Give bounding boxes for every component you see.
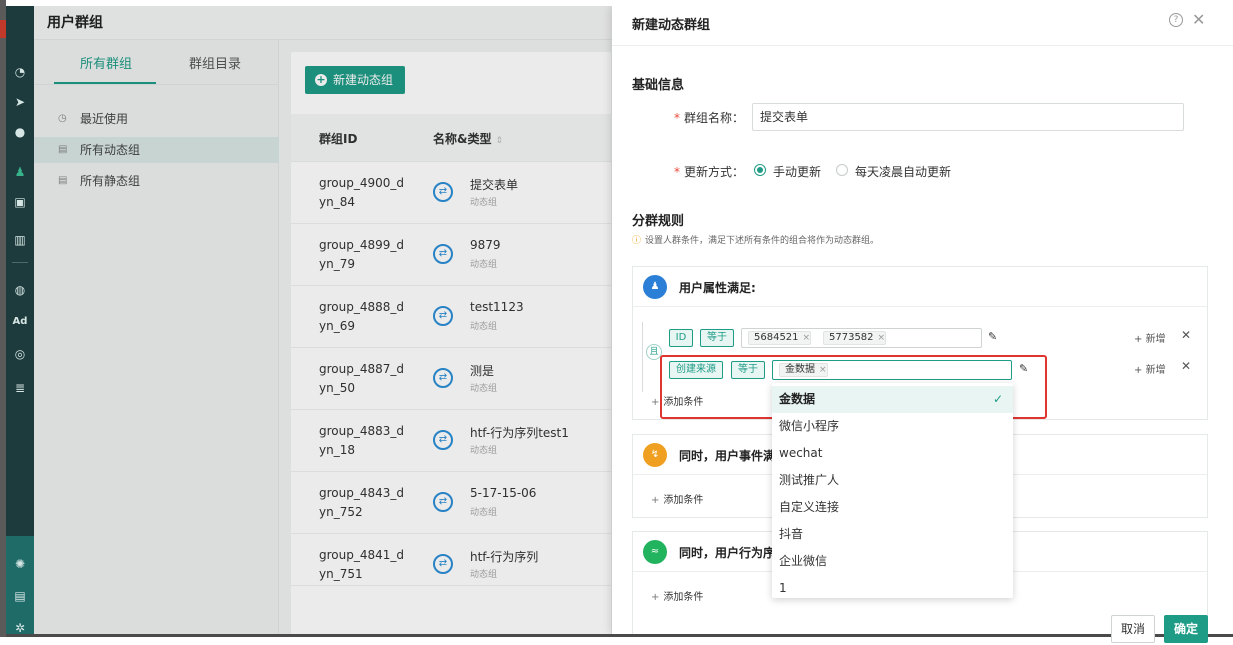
label-text: 群组名称： bbox=[684, 111, 745, 125]
check-icon: ✓ bbox=[993, 392, 1004, 406]
window-left-edge bbox=[0, 0, 6, 637]
group-name-input[interactable]: 提交表单 bbox=[752, 103, 1184, 131]
send-icon[interactable]: ➤ bbox=[10, 92, 30, 112]
delete-row-icon[interactable]: ✕ bbox=[1181, 359, 1191, 373]
dropdown-option[interactable]: 微信小程序 bbox=[772, 413, 1013, 440]
rail-bottom: ✺ ▤ ✲ bbox=[6, 536, 34, 634]
radio-auto-label[interactable]: 每天凌晨自动更新 bbox=[855, 163, 951, 180]
condition-operator-tag[interactable]: 等于 bbox=[700, 329, 734, 347]
label-text: 更新方式： bbox=[684, 165, 745, 179]
radio-manual-label[interactable]: 手动更新 bbox=[773, 163, 821, 180]
dropdown-option[interactable]: 抖音 bbox=[772, 521, 1013, 548]
database-icon[interactable]: ▤ bbox=[10, 586, 30, 606]
dropdown-option[interactable]: 自定义连接 bbox=[772, 494, 1013, 521]
hint-text: 设置人群条件，满足下述所有条件的组合将作为动态群组。 bbox=[645, 236, 880, 246]
ad-icon[interactable]: Ad bbox=[10, 312, 30, 332]
gear-icon[interactable]: ✲ bbox=[10, 618, 30, 634]
sequence-badge-icon: ≈ bbox=[643, 540, 667, 564]
cancel-button[interactable]: 取消 bbox=[1111, 615, 1155, 643]
wechat-icon[interactable]: ◍ bbox=[10, 280, 30, 300]
dropdown-option[interactable]: 金数据 ✓ bbox=[772, 386, 1013, 413]
plus-icon: + bbox=[651, 495, 660, 506]
card-title: 同时，用户事件满 bbox=[679, 449, 776, 463]
option-label: 金数据 bbox=[779, 392, 816, 406]
update-label: * 更新方式： bbox=[674, 163, 744, 180]
app-window: ◔ ➤ ● ♟ ▣ ▥ ◍ Ad ◎ ≣ ✺ ▤ ✲ 用户群组 所有群组 群组目… bbox=[6, 6, 1233, 634]
settings-user-icon[interactable]: ✺ bbox=[10, 554, 30, 574]
section-basic-info: 基础信息 bbox=[632, 78, 685, 93]
dashboard-icon[interactable]: ◔ bbox=[10, 62, 30, 82]
bar-chart-icon[interactable]: ▥ bbox=[10, 230, 30, 250]
source-dropdown-menu: 金数据 ✓ 微信小程序 wechat 测试推广人 自定义连接 抖音 企业微信 1 bbox=[772, 383, 1013, 598]
add-condition-button[interactable]: + 添加条件 bbox=[651, 491, 703, 506]
confirm-button[interactable]: 确定 bbox=[1164, 615, 1208, 643]
event-badge-icon: ↯ bbox=[643, 443, 667, 467]
card-header: ♟ 用户属性满足: bbox=[633, 267, 1207, 307]
plus-icon: + bbox=[651, 397, 660, 408]
info-icon: ⓘ bbox=[632, 236, 642, 246]
add-row-label: 新增 bbox=[1145, 365, 1166, 376]
window-bottom-edge bbox=[6, 634, 1233, 637]
card-title: 同时，用户行为序 bbox=[679, 546, 776, 560]
group-icon[interactable]: ♟ bbox=[10, 162, 30, 182]
add-condition-button[interactable]: + 添加条件 bbox=[651, 588, 703, 603]
add-row-button[interactable]: + 新增 bbox=[1134, 330, 1166, 345]
dropdown-option[interactable]: wechat bbox=[772, 440, 1013, 467]
condition-field-tag[interactable]: ID bbox=[669, 329, 693, 347]
close-icon[interactable]: ✕ bbox=[1192, 10, 1205, 29]
radio-manual[interactable] bbox=[754, 164, 766, 176]
drawer-title: 新建动态群组 bbox=[632, 18, 711, 33]
chip-close-icon[interactable]: × bbox=[878, 333, 886, 343]
add-condition-label: 添加条件 bbox=[663, 495, 704, 506]
chip-close-icon[interactable]: × bbox=[803, 333, 811, 343]
value-chip: 5773582 × bbox=[823, 331, 887, 345]
dropdown-option[interactable]: 企业微信 bbox=[772, 548, 1013, 575]
rail-divider bbox=[12, 262, 28, 263]
add-row-button[interactable]: + 新增 bbox=[1134, 361, 1166, 376]
user-badge-icon: ♟ bbox=[643, 275, 667, 299]
rules-hint: ⓘ 设置人群条件，满足下述所有条件的组合将作为动态群组。 bbox=[632, 233, 879, 246]
modal-backdrop[interactable] bbox=[34, 6, 612, 634]
value-chip: 5684521 × bbox=[748, 331, 812, 345]
delete-row-icon[interactable]: ✕ bbox=[1181, 328, 1191, 342]
help-icon[interactable]: ? bbox=[1169, 13, 1183, 27]
name-label: * 群组名称： bbox=[674, 109, 744, 126]
document-icon[interactable]: ≣ bbox=[10, 378, 30, 398]
screen: ◔ ➤ ● ♟ ▣ ▥ ◍ Ad ◎ ≣ ✺ ▤ ✲ 用户群组 所有群组 群组目… bbox=[0, 0, 1233, 645]
plus-icon: + bbox=[651, 592, 660, 603]
required-mark: * bbox=[674, 111, 680, 125]
user-icon[interactable]: ● bbox=[10, 122, 30, 142]
section-rules: 分群规则 bbox=[632, 214, 685, 229]
icon-rail: ◔ ➤ ● ♟ ▣ ▥ ◍ Ad ◎ ≣ ✺ ▤ ✲ bbox=[6, 6, 34, 634]
and-connector-line bbox=[642, 322, 643, 392]
window-red-tab bbox=[0, 20, 6, 38]
chip-text: 5684521 bbox=[754, 332, 799, 343]
required-mark: * bbox=[674, 165, 680, 179]
add-row-label: 新增 bbox=[1145, 334, 1166, 345]
dropdown-option[interactable]: 1 bbox=[772, 575, 1013, 598]
radio-auto[interactable] bbox=[836, 164, 848, 176]
card-title: 用户属性满足: bbox=[679, 281, 756, 295]
dropdown-option[interactable]: 测试推广人 bbox=[772, 467, 1013, 494]
chip-text: 5773582 bbox=[829, 332, 874, 343]
drawer-header: 新建动态群组 ? ✕ bbox=[612, 6, 1233, 46]
add-condition-label: 添加条件 bbox=[663, 592, 704, 603]
bookmark-icon[interactable]: ▣ bbox=[10, 192, 30, 212]
target-icon[interactable]: ◎ bbox=[10, 344, 30, 364]
condition-value-input[interactable]: 5684521 × 5773582 × bbox=[741, 328, 982, 348]
pencil-icon[interactable]: ✎ bbox=[988, 330, 997, 343]
